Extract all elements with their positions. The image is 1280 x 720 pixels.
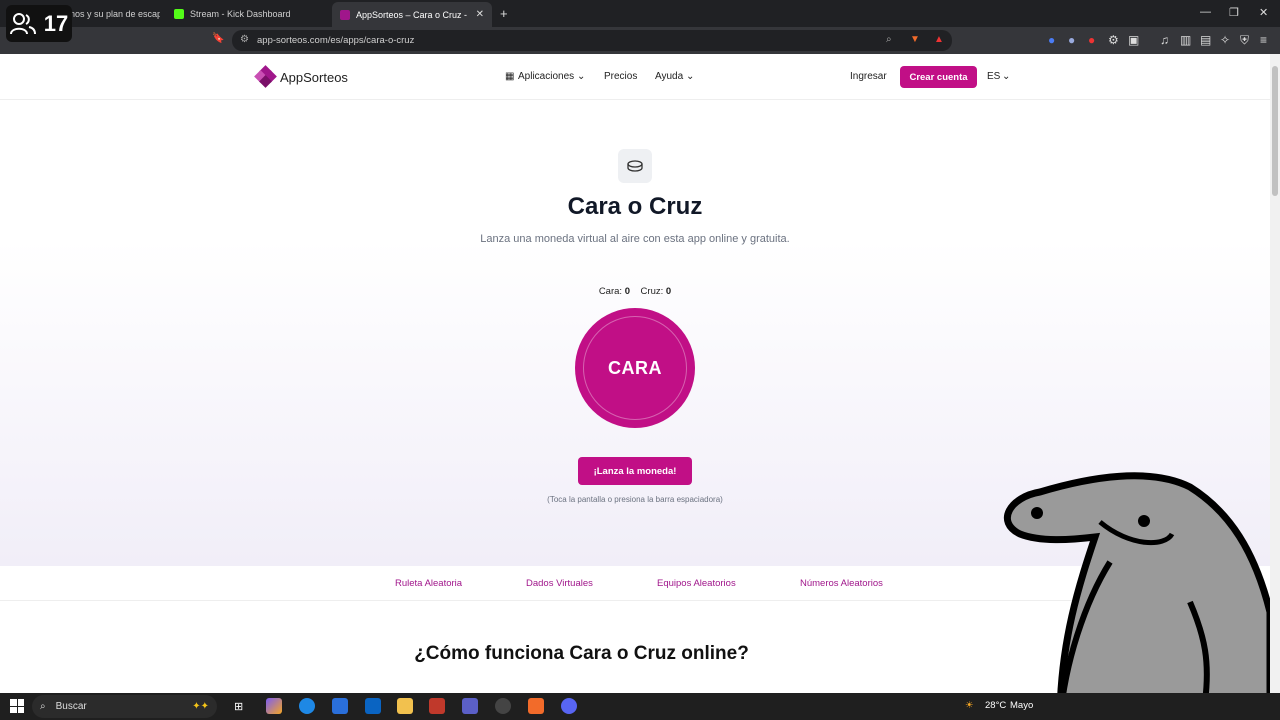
close-window-icon[interactable]: ✕ (1259, 6, 1268, 19)
page-scrollbar[interactable] (1270, 54, 1280, 693)
outlook-app-icon[interactable] (365, 698, 381, 714)
link-equipos[interactable]: Equipos Aleatorios (657, 578, 736, 589)
vpn-icon[interactable]: ⛨ (1240, 33, 1249, 48)
flip-coin-label: ¡Lanza la moneda! (593, 465, 677, 477)
menu-icon[interactable]: ≡ (1260, 33, 1267, 47)
browser-tab-bar: inos y su plan de escap Stream - Kick Da… (0, 0, 1280, 27)
chevron-down-icon: ⌄ (577, 71, 586, 82)
teams-app-icon[interactable] (462, 698, 478, 714)
tails-count: 0 (665, 286, 672, 297)
taskbar-search[interactable]: ⌕ Buscar ✦✦ (32, 695, 217, 718)
tab-1[interactable]: inos y su plan de escap (60, 0, 160, 27)
windows-start-icon[interactable] (10, 699, 24, 713)
chevron-down-icon: ⌄ (686, 71, 695, 82)
coin[interactable]: CARA (575, 308, 695, 428)
tab-kick-label: Stream - Kick Dashboard (190, 8, 291, 19)
copilot-app-icon[interactable] (266, 698, 282, 714)
users-icon (9, 12, 36, 34)
task-view-icon[interactable]: ⊞ (234, 700, 243, 713)
login-link[interactable]: Ingresar (850, 71, 887, 82)
kick-favicon-icon (174, 8, 184, 19)
link-dados[interactable]: Dados Virtuales (526, 578, 593, 589)
mascot-overlay (1004, 472, 1270, 720)
scrollbar-thumb[interactable] (1272, 66, 1278, 196)
brave-shield-icon[interactable]: ▼ (910, 34, 920, 45)
site-info-icon[interactable]: ⚙ (240, 34, 249, 45)
page-subtitle: Lanza una moneda virtual al aire con est… (480, 233, 790, 245)
scoreboard: Cara: 0 Cruz: 0 (0, 286, 1270, 297)
link-ruleta[interactable]: Ruleta Aleatoria (395, 578, 462, 589)
extension-3-icon[interactable]: ● (1088, 33, 1095, 47)
viewer-count: 17 (43, 10, 69, 36)
logo-mark-icon (254, 65, 277, 88)
coin-ring (583, 316, 687, 420)
explorer-app-icon[interactable] (397, 698, 413, 714)
media-icon[interactable]: ♫ (1160, 33, 1169, 47)
logo-text: AppSorteos (280, 69, 348, 85)
url-text: app-sorteos.com/es/apps/cara-o-cruz (257, 35, 415, 46)
discord-app-icon[interactable] (561, 698, 577, 714)
copilot-sparkle-icon: ✦✦ (192, 701, 209, 712)
link-numeros[interactable]: Números Aleatorios (800, 578, 883, 589)
apps-grid-icon: ▦ (505, 71, 515, 82)
tab-appsorteos-label: AppSorteos – Cara o Cruz - Tirar (356, 9, 468, 20)
howto-heading: ¿Cómo funciona Cara o Cruz online? (414, 643, 749, 664)
store-app-icon[interactable] (332, 698, 348, 714)
brave-rewards-icon[interactable]: ▲ (934, 34, 944, 45)
weather-temp[interactable]: 28°C (985, 700, 1006, 711)
page-title: Cara o Cruz (567, 193, 703, 220)
chevron-down-icon: ⌄ (1002, 71, 1011, 82)
weather-icon: ☀ (965, 700, 974, 711)
appsorteos-favicon-icon (340, 9, 350, 20)
obs-app-icon[interactable] (495, 698, 511, 714)
close-tab-icon[interactable]: ✕ (476, 9, 484, 20)
brave-app-icon[interactable] (528, 698, 544, 714)
site-logo[interactable]: AppSorteos (254, 65, 348, 88)
leo-ai-icon[interactable]: ✧ (1220, 33, 1230, 47)
tab-1-label: inos y su plan de escap (68, 8, 160, 19)
viewer-count-overlay: 17 (6, 5, 72, 42)
create-account-button[interactable]: Crear cuenta (900, 66, 977, 88)
nav-aplicaciones[interactable]: Aplicaciones (518, 71, 574, 82)
create-account-label: Crear cuenta (909, 71, 968, 83)
new-tab-icon[interactable]: + (500, 6, 508, 21)
windows-taskbar: ⌕ Buscar ✦✦ ⊞ ☀ 28°C Mayo (0, 693, 1280, 720)
bookmark-icon[interactable]: 🔖 (212, 33, 224, 44)
extension-icon[interactable]: ● (1048, 33, 1055, 47)
heads-count: 0 (624, 286, 630, 297)
restore-icon[interactable]: ❐ (1229, 6, 1239, 19)
tab-kick[interactable]: Stream - Kick Dashboard (166, 0, 326, 27)
minimize-icon[interactable]: — (1200, 6, 1211, 18)
zoom-icon[interactable]: ⌕ (886, 34, 892, 45)
heads-label: Cara: (598, 286, 623, 297)
nav-ayuda[interactable]: Ayuda (655, 71, 683, 82)
tails-label: Cruz: (640, 286, 664, 297)
address-bar[interactable]: ⚙ app-sorteos.com/es/apps/cara-o-cruz ⌕ … (232, 30, 952, 51)
wallet-icon[interactable]: ▣ (1128, 33, 1139, 47)
coin-icon (618, 149, 652, 183)
taskbar-search-label: Buscar (55, 701, 87, 712)
site-header: AppSorteos ▦ Aplicaciones ⌄ Precios Ayud… (0, 54, 1270, 100)
flip-coin-button[interactable]: ¡Lanza la moneda! (578, 457, 692, 485)
edge-app-icon[interactable] (299, 698, 315, 714)
language-selector[interactable]: ES (987, 71, 1000, 82)
extensions-icon[interactable]: ⚙ (1108, 33, 1119, 47)
wallet-2-icon[interactable]: ▤ (1200, 33, 1211, 47)
search-icon: ⌕ (40, 701, 46, 712)
nav-precios[interactable]: Precios (604, 71, 637, 82)
extension-2-icon[interactable]: ● (1068, 33, 1075, 47)
sidebar-icon[interactable]: ▥ (1180, 33, 1191, 47)
app-icon[interactable] (429, 698, 445, 714)
tab-appsorteos[interactable]: AppSorteos – Cara o Cruz - Tirar ✕ (332, 2, 492, 27)
weather-label: Mayo (1010, 700, 1034, 711)
